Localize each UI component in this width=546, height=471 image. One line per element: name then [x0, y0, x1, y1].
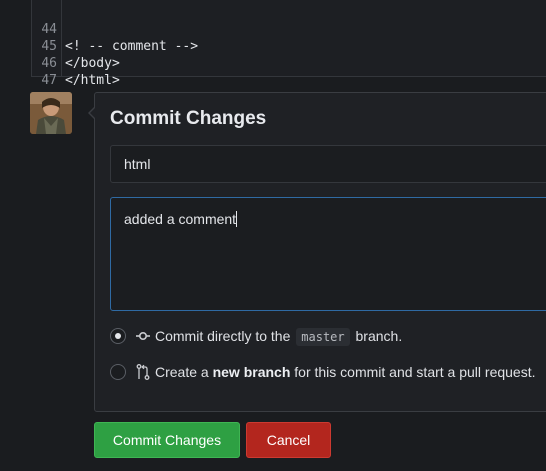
radio-commit-directly[interactable] — [110, 328, 126, 344]
option-new-suffix: for this commit and start a pull request… — [294, 364, 536, 380]
option-direct-suffix: branch. — [355, 328, 403, 344]
option-commit-directly[interactable]: Commit directly to the master branch. — [110, 326, 546, 346]
option-new-bold: new branch — [212, 364, 291, 380]
text-caret — [236, 211, 238, 227]
description-text: added a comment — [124, 211, 237, 227]
code-editor[interactable]: 44 <! -- comment --> 45 </body> 46 </htm… — [31, 0, 546, 88]
commit-title: Commit Changes — [110, 108, 267, 129]
option-direct-prefix: Commit directly to the — [155, 328, 291, 344]
radio-new-branch[interactable] — [110, 364, 126, 380]
git-commit-icon — [135, 326, 151, 346]
option-new-prefix: Create a — [155, 364, 209, 380]
avatar-image — [30, 92, 72, 134]
commit-changes-button[interactable]: Commit Changes — [94, 422, 240, 458]
cancel-button[interactable]: Cancel — [246, 422, 331, 458]
code-line: 44 <! -- comment --> — [32, 4, 546, 54]
commit-description-textarea[interactable]: added a comment — [110, 197, 546, 311]
panel-pointer-fill — [90, 107, 96, 119]
git-pull-request-icon — [135, 362, 151, 382]
avatar — [30, 92, 72, 134]
option-new-branch[interactable]: Create a new branch for this commit and … — [110, 362, 546, 382]
code-line: 47 — [32, 55, 546, 88]
line-number: 47 — [41, 73, 57, 88]
option-new-branch-label: Create a new branch for this commit and … — [155, 362, 536, 382]
code-line: 45 </body> — [32, 21, 546, 71]
commit-summary-input[interactable]: html — [110, 145, 546, 183]
line-text: </html> — [65, 73, 120, 88]
branch-name: master — [296, 328, 350, 346]
code-line: 46 </html> — [32, 38, 546, 88]
option-commit-directly-label: Commit directly to the master branch. — [155, 326, 402, 346]
